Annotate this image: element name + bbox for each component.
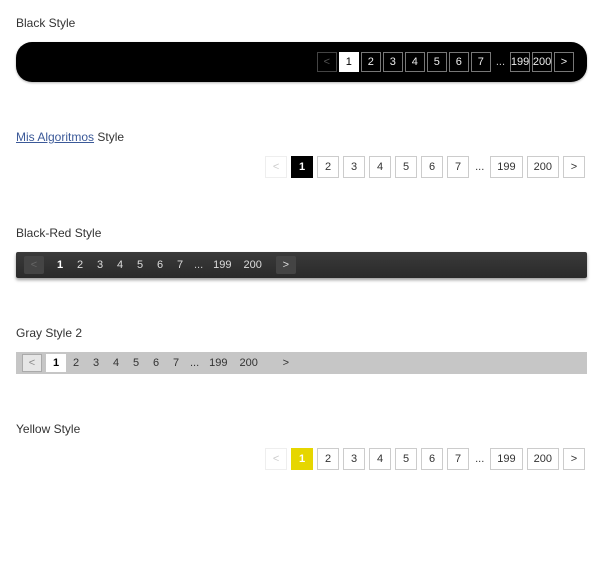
page-2-button[interactable]: 2	[317, 448, 339, 470]
pagination-bar-mis: < 1 2 3 4 5 6 7 ... 199 200 >	[16, 156, 587, 178]
page-2-button[interactable]: 2	[70, 256, 90, 274]
page-4-button[interactable]: 4	[369, 448, 391, 470]
page-7-button[interactable]: 7	[471, 52, 491, 72]
section-yellow-style: Yellow Style < 1 2 3 4 5 6 7 ... 199 200…	[16, 422, 587, 470]
pagination-bar-yellow: < 1 2 3 4 5 6 7 ... 199 200 >	[16, 448, 587, 470]
pagination-yellow: < 1 2 3 4 5 6 7 ... 199 200 >	[263, 448, 587, 470]
page-3-button[interactable]: 3	[343, 156, 365, 178]
next-button[interactable]: >	[276, 256, 296, 274]
page-3-button[interactable]: 3	[86, 354, 106, 372]
page-6-button[interactable]: 6	[449, 52, 469, 72]
page-4-button[interactable]: 4	[405, 52, 425, 72]
page-2-button[interactable]: 2	[317, 156, 339, 178]
page-6-button[interactable]: 6	[421, 156, 443, 178]
pagination-black: < 1 2 3 4 5 6 7 ... 199 200 >	[316, 52, 575, 72]
page-4-button[interactable]: 4	[106, 354, 126, 372]
page-5-button[interactable]: 5	[395, 156, 417, 178]
page-5-button[interactable]: 5	[427, 52, 447, 72]
page-5-button[interactable]: 5	[395, 448, 417, 470]
page-6-button[interactable]: 6	[150, 256, 170, 274]
next-button[interactable]: >	[276, 354, 296, 372]
section-title-suffix: Style	[94, 130, 124, 144]
prev-button: <	[24, 256, 44, 274]
ellipsis: ...	[471, 161, 488, 173]
page-2-button[interactable]: 2	[66, 354, 86, 372]
pagination-bar-gray: < 1 2 3 4 5 6 7 ... 199 200 >	[16, 352, 587, 374]
page-199-button[interactable]: 199	[490, 156, 522, 178]
ellipsis: ...	[190, 259, 207, 271]
section-title: Yellow Style	[16, 422, 587, 436]
next-button[interactable]: >	[563, 156, 585, 178]
page-200-button[interactable]: 200	[527, 156, 559, 178]
prev-button: <	[317, 52, 337, 72]
page-3-button[interactable]: 3	[90, 256, 110, 274]
pagination-bar-black: < 1 2 3 4 5 6 7 ... 199 200 >	[16, 42, 587, 82]
section-title: Gray Style 2	[16, 326, 587, 340]
prev-button: <	[265, 156, 287, 178]
page-1-button[interactable]: 1	[291, 448, 313, 470]
page-3-button[interactable]: 3	[343, 448, 365, 470]
page-200-button[interactable]: 200	[238, 256, 268, 274]
mis-algoritmos-link[interactable]: Mis Algoritmos	[16, 130, 94, 144]
page-3-button[interactable]: 3	[383, 52, 403, 72]
pagination-mis: < 1 2 3 4 5 6 7 ... 199 200 >	[263, 156, 587, 178]
ellipsis: ...	[492, 56, 509, 68]
next-button[interactable]: >	[563, 448, 585, 470]
page-7-button[interactable]: 7	[447, 156, 469, 178]
page-200-button[interactable]: 200	[532, 52, 552, 72]
page-5-button[interactable]: 5	[130, 256, 150, 274]
pagination-bar-blackred: < 1 2 3 4 5 6 7 ... 199 200 >	[16, 252, 587, 278]
pagination-blackred: < 1 2 3 4 5 6 7 ... 199 200 >	[24, 256, 296, 274]
page-6-button[interactable]: 6	[421, 448, 443, 470]
page-4-button[interactable]: 4	[110, 256, 130, 274]
page-2-button[interactable]: 2	[361, 52, 381, 72]
page-7-button[interactable]: 7	[447, 448, 469, 470]
section-gray-style-2: Gray Style 2 < 1 2 3 4 5 6 7 ... 199 200…	[16, 326, 587, 374]
page-1-button[interactable]: 1	[291, 156, 313, 178]
prev-button: <	[22, 354, 42, 372]
page-199-button[interactable]: 199	[490, 448, 522, 470]
page-1-button[interactable]: 1	[339, 52, 359, 72]
pagination-gray: < 1 2 3 4 5 6 7 ... 199 200 >	[22, 354, 296, 372]
page-1-button[interactable]: 1	[50, 256, 70, 274]
page-199-button[interactable]: 199	[510, 52, 530, 72]
section-black-style: Black Style < 1 2 3 4 5 6 7 ... 199 200 …	[16, 16, 587, 82]
page-200-button[interactable]: 200	[527, 448, 559, 470]
ellipsis: ...	[186, 357, 203, 369]
page-1-button[interactable]: 1	[46, 354, 66, 372]
page-6-button[interactable]: 6	[146, 354, 166, 372]
section-title: Black Style	[16, 16, 587, 30]
section-title: Black-Red Style	[16, 226, 587, 240]
page-7-button[interactable]: 7	[166, 354, 186, 372]
section-mis-style: Mis Algoritmos Style < 1 2 3 4 5 6 7 ...…	[16, 130, 587, 178]
page-4-button[interactable]: 4	[369, 156, 391, 178]
page-5-button[interactable]: 5	[126, 354, 146, 372]
page-7-button[interactable]: 7	[170, 256, 190, 274]
page-199-button[interactable]: 199	[203, 354, 233, 372]
ellipsis: ...	[471, 453, 488, 465]
section-black-red-style: Black-Red Style < 1 2 3 4 5 6 7 ... 199 …	[16, 226, 587, 278]
page-200-button[interactable]: 200	[234, 354, 264, 372]
section-title: Mis Algoritmos Style	[16, 130, 587, 144]
prev-button: <	[265, 448, 287, 470]
next-button[interactable]: >	[554, 52, 574, 72]
page-199-button[interactable]: 199	[207, 256, 237, 274]
